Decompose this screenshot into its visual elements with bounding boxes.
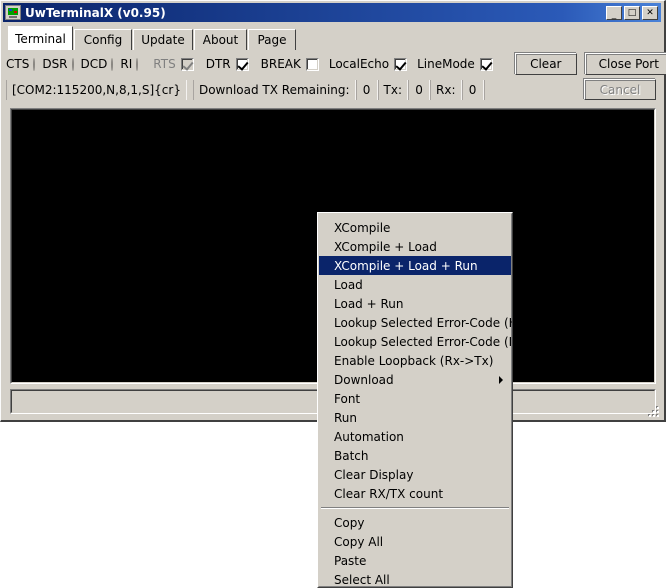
screen: UwTerminalX (v0.95) _ □ ✕ Terminal Config… xyxy=(0,0,666,588)
menu-item-lookup-selected-error-code-int[interactable]: Lookup Selected Error-Code (Int) xyxy=(319,332,513,351)
tx-label: Tx: xyxy=(377,80,409,100)
menu-item-select-all[interactable]: Select All xyxy=(319,570,511,587)
rx-label: Rx: xyxy=(430,80,462,100)
menu-separator xyxy=(321,507,509,509)
menu-item-label: Clear Display xyxy=(334,467,414,482)
menu-item-run[interactable]: Run xyxy=(319,408,511,427)
port-settings-field: [COM2:115200,N,8,1,S]{cr} xyxy=(6,80,187,100)
led-cts-icon xyxy=(33,57,36,71)
menu-item-label: Enable Loopback (Rx->Tx) xyxy=(334,353,494,368)
signal-label-cts: CTS xyxy=(6,57,30,71)
checkbox-dtr[interactable] xyxy=(235,57,249,71)
minimize-button[interactable]: _ xyxy=(606,5,622,20)
menu-item-label: XCompile xyxy=(334,220,391,235)
menu-item-label: Load xyxy=(334,277,363,292)
close-icon: ✕ xyxy=(646,7,654,18)
menu-item-batch[interactable]: Batch xyxy=(319,446,511,465)
menu-item-xcompile[interactable]: XCompile xyxy=(319,218,511,237)
tx-value: 0 xyxy=(408,80,431,100)
submenu-arrow-icon xyxy=(499,375,503,384)
checkbox-linemode[interactable] xyxy=(479,57,493,71)
menu-item-font[interactable]: Font xyxy=(319,389,511,408)
menu-item-clear-rx-tx-count[interactable]: Clear RX/TX count xyxy=(319,484,511,503)
tab-config[interactable]: Config xyxy=(74,29,132,50)
maximize-icon: □ xyxy=(627,7,637,18)
clear-button[interactable]: Clear xyxy=(514,53,577,75)
checkbox-localecho[interactable] xyxy=(394,57,408,71)
window-title: UwTerminalX (v0.95) xyxy=(25,5,166,20)
title-bar[interactable]: UwTerminalX (v0.95) _ □ ✕ xyxy=(3,3,661,22)
menu-item-xcompile-load-run[interactable]: XCompile + Load + Run xyxy=(319,256,511,275)
tab-bar: Terminal Config Update About Page xyxy=(8,26,658,50)
menu-item-label: Font xyxy=(334,391,361,406)
menu-item-download[interactable]: Download xyxy=(319,370,511,389)
terminal-context-menu: XCompile XCompile + Load XCompile + Load +… xyxy=(317,212,513,588)
menu-item-label: Copy xyxy=(334,515,365,530)
checkbox-label-rts: RTS xyxy=(153,57,176,71)
menu-item-clear-display[interactable]: Clear Display xyxy=(319,465,511,484)
checkbox-break[interactable] xyxy=(305,57,319,71)
menu-item-label: XCompile + Load + Run xyxy=(334,258,478,273)
maximize-button[interactable]: □ xyxy=(624,5,640,20)
status-row: [COM2:115200,N,8,1,S]{cr} Download TX Re… xyxy=(6,79,660,101)
window-controls: _ □ ✕ xyxy=(606,5,658,20)
checkbox-label-linemode: LineMode xyxy=(417,57,475,71)
download-remaining-value: 0 xyxy=(355,80,378,100)
menu-item-label: Batch xyxy=(334,448,369,463)
tab-about[interactable]: About xyxy=(194,29,247,50)
led-ri-icon xyxy=(136,57,139,71)
rx-value: 0 xyxy=(461,80,484,100)
signal-label-dcd: DCD xyxy=(80,57,108,71)
tab-terminal[interactable]: Terminal xyxy=(8,26,73,50)
menu-item-load[interactable]: Load xyxy=(319,275,511,294)
menu-item-label: Paste xyxy=(334,553,367,568)
app-icon xyxy=(5,5,21,20)
menu-item-label: Select All xyxy=(334,572,390,587)
signal-label-dsr: DSR xyxy=(42,57,68,71)
minimize-icon: _ xyxy=(611,9,617,20)
menu-item-lookup-selected-error-code-hex[interactable]: Lookup Selected Error-Code (Hex) xyxy=(319,313,512,332)
menu-item-label: Clear RX/TX count xyxy=(334,486,444,501)
menu-item-label: Load + Run xyxy=(334,296,404,311)
menu-item-copy-all[interactable]: Copy All xyxy=(319,532,511,551)
tab-label: Page xyxy=(257,33,287,47)
menu-item-xcompile-load[interactable]: XCompile + Load xyxy=(319,237,511,256)
context-menu-body: XCompile XCompile + Load XCompile + Load +… xyxy=(318,213,512,587)
led-dsr-icon xyxy=(71,57,74,71)
tab-label: About xyxy=(202,33,239,47)
menu-item-label: Lookup Selected Error-Code (Int) xyxy=(334,334,513,349)
menu-item-label: Lookup Selected Error-Code (Hex) xyxy=(334,315,512,330)
signal-label-ri: RI xyxy=(120,57,133,71)
tab-page[interactable]: Page xyxy=(248,29,296,50)
menu-item-automation[interactable]: Automation xyxy=(319,427,511,446)
tab-label: Update xyxy=(141,33,185,47)
close-button[interactable]: ✕ xyxy=(642,5,658,20)
menu-item-load-run[interactable]: Load + Run xyxy=(319,294,511,313)
led-dcd-icon xyxy=(111,57,114,71)
menu-item-label: Automation xyxy=(334,429,404,444)
menu-item-label: Run xyxy=(334,410,358,425)
tab-label: Terminal xyxy=(15,31,66,46)
tab-label: Config xyxy=(83,33,123,47)
cancel-button[interactable]: Cancel xyxy=(584,79,656,100)
download-remaining-label: Download TX Remaining: xyxy=(192,80,356,100)
menu-item-label: Copy All xyxy=(334,534,384,549)
checkbox-label-break: BREAK xyxy=(260,57,301,71)
menu-item-enable-loopback-rx-tx[interactable]: Enable Loopback (Rx->Tx) xyxy=(319,351,511,370)
tab-update[interactable]: Update xyxy=(133,29,193,50)
signal-control-row: CTS DSR DCD RI RTS DTR BREAK LocalEcho LineMode C… xyxy=(6,52,666,76)
checkbox-label-localecho: LocalEcho xyxy=(328,57,390,71)
menu-item-label: XCompile + Load xyxy=(334,239,437,254)
close-port-button[interactable]: Close Port xyxy=(584,53,666,75)
checkbox-rts xyxy=(180,57,194,71)
menu-item-label: Download xyxy=(334,372,394,387)
menu-item-paste[interactable]: Paste xyxy=(319,551,511,570)
checkbox-label-dtr: DTR xyxy=(205,57,231,71)
menu-item-copy[interactable]: Copy xyxy=(319,513,511,532)
resize-grip-icon[interactable] xyxy=(647,405,661,419)
